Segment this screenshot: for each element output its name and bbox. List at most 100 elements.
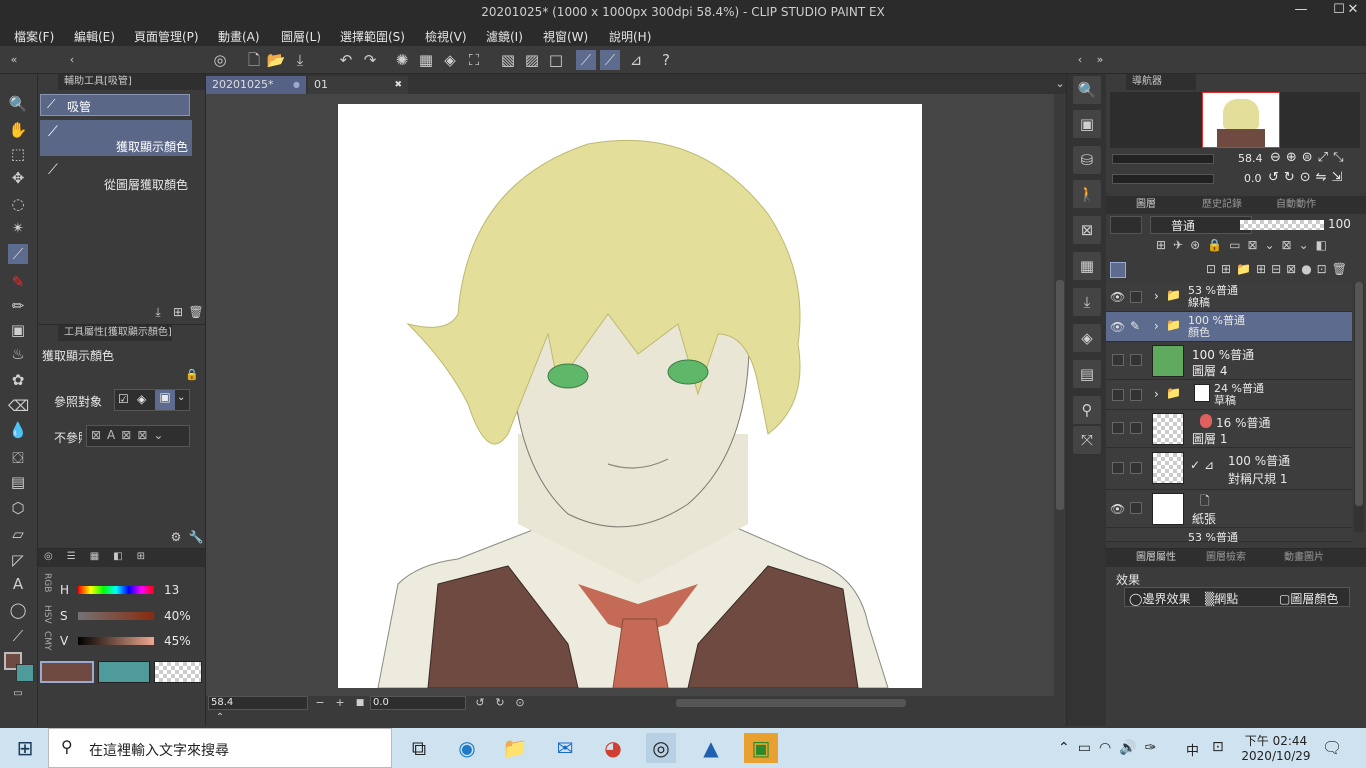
magic-wand-icon[interactable]: ✴ bbox=[8, 218, 28, 238]
balloon-tool-icon[interactable]: ◯ bbox=[8, 600, 28, 620]
layer-row-lineart[interactable]: 👁 › 📁 53 %普通 線稿 bbox=[1106, 282, 1352, 312]
clear-icon[interactable]: ▦ bbox=[416, 50, 436, 70]
reset-rotation-icon[interactable]: ⊙ bbox=[510, 693, 530, 713]
chrome-icon[interactable]: ◕ bbox=[598, 733, 628, 763]
layer-lock-check[interactable] bbox=[1130, 354, 1142, 366]
angle-slider[interactable] bbox=[1112, 174, 1214, 184]
delete-subtool-icon[interactable]: 🗑 bbox=[186, 302, 206, 322]
transform-icon[interactable]: ⛶ bbox=[464, 50, 484, 70]
layer-action-tools[interactable]: ⊡⊞📁⊞⊟⊠●⊡🗑 bbox=[1206, 262, 1352, 276]
ruler-tool-icon[interactable]: ◸ bbox=[8, 550, 28, 570]
search-icon[interactable]: 🔍 bbox=[1073, 76, 1101, 104]
pattern-icon[interactable]: ⊠ bbox=[1073, 216, 1101, 244]
clock-date[interactable]: 2020/10/29 bbox=[1240, 749, 1312, 763]
expand-up-icon[interactable]: ⌃ bbox=[210, 708, 230, 728]
help-icon[interactable]: ? bbox=[656, 50, 676, 70]
layer-lock-tools[interactable]: ⊞✈⊛🔒▭⊠⌄⊠⌄◧ bbox=[1156, 238, 1334, 252]
layer-scroll-thumb[interactable] bbox=[1355, 282, 1363, 506]
layer-visibility-check[interactable] bbox=[1112, 422, 1124, 434]
reference-selector[interactable]: ☑ ◈ ▣ ⌄ bbox=[114, 389, 190, 411]
snap-ruler-icon[interactable]: ⟋ bbox=[576, 50, 596, 70]
eye-icon[interactable]: 👁 bbox=[1110, 320, 1125, 334]
snap-special-ruler-icon[interactable]: ⟋ bbox=[600, 50, 620, 70]
windows-start-icon[interactable]: ⊞ bbox=[10, 733, 40, 763]
navigator-preview[interactable] bbox=[1110, 92, 1360, 148]
layer-row-layer4[interactable]: 100 %普通 圖層 4 bbox=[1106, 342, 1352, 380]
menu-view[interactable]: 檢視(V) bbox=[425, 28, 467, 45]
auto-action-tab[interactable]: 自動動作 bbox=[1276, 197, 1316, 213]
animation-cel-tab[interactable]: 動畫圖片 bbox=[1284, 550, 1324, 566]
layer-view-toggle[interactable] bbox=[1110, 262, 1126, 278]
download-icon[interactable]: ⤓ bbox=[1073, 288, 1101, 316]
clip-studio-icon[interactable]: ◎ bbox=[210, 50, 230, 70]
zoom-out-icon[interactable]: − bbox=[310, 693, 330, 713]
zoom-in-icon[interactable]: + bbox=[330, 693, 350, 713]
canvas-paper[interactable] bbox=[338, 104, 922, 688]
hue-slider[interactable] bbox=[78, 586, 154, 594]
ime-mode-icon[interactable]: ⊡ bbox=[1212, 739, 1224, 755]
task-view-icon[interactable]: ⧉ bbox=[404, 733, 434, 763]
scroll-thumb[interactable] bbox=[1056, 280, 1064, 510]
layer-lock-check[interactable] bbox=[1130, 462, 1142, 474]
redo-icon[interactable]: ↷ bbox=[360, 50, 380, 70]
collapse-middle-icon[interactable]: ‹ bbox=[1070, 50, 1090, 70]
new-file-icon[interactable]: 🗋 bbox=[244, 50, 264, 70]
zoom-controls[interactable]: ⊖⊕⊜⤢⤡ bbox=[1270, 150, 1348, 165]
stop-icon[interactable]: ■ bbox=[350, 693, 370, 713]
navigator-view-frame[interactable] bbox=[1202, 92, 1280, 148]
expand-folder-icon[interactable]: › bbox=[1154, 387, 1159, 401]
layer-lock-check[interactable] bbox=[1130, 389, 1142, 401]
sub-color-chip[interactable] bbox=[98, 661, 150, 683]
menu-edit[interactable]: 編輯(E) bbox=[74, 28, 115, 45]
correction-tool-icon[interactable]: ⟋ bbox=[8, 626, 28, 646]
transparent-color-icon[interactable]: ▭ bbox=[8, 684, 28, 704]
subtool-group-eyedropper[interactable]: ⟋ 吸管 bbox=[40, 94, 190, 116]
undo-icon[interactable]: ↶ bbox=[336, 50, 356, 70]
main-color-chip[interactable] bbox=[40, 661, 94, 683]
subtool-get-layer-color[interactable]: ⟋ 從圖層獲取顏色 bbox=[40, 158, 192, 194]
zoom-slider[interactable] bbox=[1112, 154, 1214, 164]
line-app-icon[interactable]: ▣ bbox=[744, 733, 778, 763]
eraser-tool-icon[interactable]: ⌫ bbox=[8, 396, 29, 416]
transparent-color-chip[interactable] bbox=[154, 661, 202, 683]
layer-lock-check[interactable] bbox=[1130, 502, 1142, 514]
layer-property-tab[interactable]: 圖層屬性 bbox=[1136, 550, 1176, 566]
menu-file[interactable]: 檔案(F) bbox=[14, 28, 54, 45]
material-icon[interactable]: ▣ bbox=[1073, 110, 1101, 138]
layer-visibility-check[interactable] bbox=[1112, 462, 1124, 474]
pen-tool-icon[interactable]: ✎ bbox=[8, 272, 28, 292]
tab-20201025[interactable]: 20201025* ● bbox=[206, 76, 306, 94]
mail-icon[interactable]: ✉ bbox=[550, 733, 580, 763]
expand-icon[interactable]: ⤧ bbox=[1073, 426, 1101, 454]
mode-cmy[interactable]: CMY bbox=[42, 631, 52, 651]
border-effect-button[interactable]: ◯邊界效果 bbox=[1129, 590, 1190, 607]
ime-indicator[interactable]: 中 bbox=[1186, 740, 1199, 759]
loading-icon[interactable]: ✺ bbox=[392, 50, 412, 70]
snap-grid-icon[interactable]: ⊿ bbox=[626, 50, 646, 70]
menu-filter[interactable]: 濾鏡(I) bbox=[486, 28, 523, 45]
close-button[interactable]: ✕ bbox=[1340, 2, 1366, 22]
system-tray-icons[interactable]: ⌃▭◠🔊✑ bbox=[1058, 740, 1164, 756]
subtool-tab[interactable]: 輔助工具[吸管] bbox=[58, 74, 205, 90]
operation-tool-icon[interactable]: ⬚ bbox=[8, 144, 28, 164]
material-2-icon[interactable]: ⛁ bbox=[1073, 146, 1101, 174]
deselect-icon[interactable]: ▧ bbox=[498, 50, 518, 70]
menu-help[interactable]: 說明(H) bbox=[609, 28, 651, 45]
menu-window[interactable]: 視窗(W) bbox=[543, 28, 588, 45]
lock-icon[interactable]: 🔒 bbox=[182, 365, 202, 385]
mode-hsv[interactable]: HSV bbox=[42, 605, 52, 624]
layer-visibility-check[interactable] bbox=[1112, 389, 1124, 401]
layer-lock-check[interactable] bbox=[1130, 291, 1142, 303]
notification-icon[interactable]: 🗨 bbox=[1322, 738, 1342, 757]
collapse-left-icon[interactable]: « bbox=[4, 50, 24, 70]
expand-right-icon[interactable]: » bbox=[1090, 50, 1110, 70]
layer-row-paper[interactable]: 👁 🗋 紙張 bbox=[1106, 490, 1352, 528]
mode-rgb[interactable]: RGB bbox=[42, 573, 52, 592]
fill-icon[interactable]: ◈ bbox=[440, 50, 460, 70]
wrench-icon[interactable]: 🔧 bbox=[186, 527, 206, 547]
chevron-left-icon[interactable]: ‹ bbox=[62, 50, 82, 70]
add-subtool-icon[interactable]: ⊞ bbox=[168, 302, 188, 322]
layer-search-tab[interactable]: 圖層檢索 bbox=[1206, 550, 1246, 566]
layer-tab[interactable]: 圖層 bbox=[1136, 197, 1156, 213]
menu-animation[interactable]: 動畫(A) bbox=[218, 28, 260, 45]
